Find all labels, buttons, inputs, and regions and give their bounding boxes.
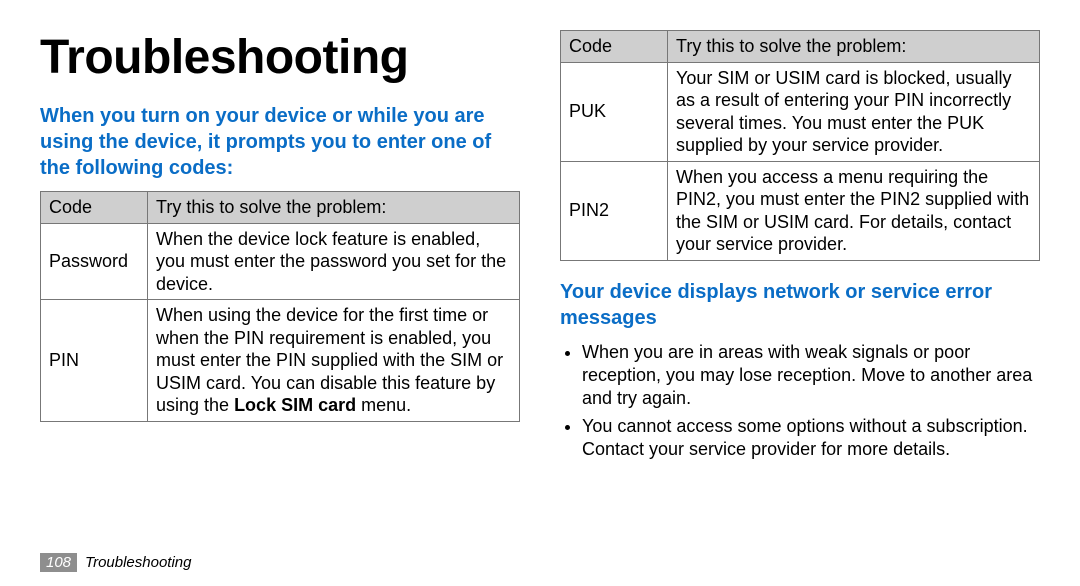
table-row: PIN When using the device for the first … — [41, 300, 520, 422]
col-header-try: Try this to solve the problem: — [148, 192, 520, 224]
solution-text-post: menu. — [356, 395, 411, 415]
list-item: You cannot access some options without a… — [582, 415, 1040, 462]
right-code-table: Code Try this to solve the problem: PUK … — [560, 30, 1040, 261]
right-column: Code Try this to solve the problem: PUK … — [560, 30, 1040, 465]
bullet-list: When you are in areas with weak signals … — [560, 341, 1040, 462]
code-cell: PUK — [561, 62, 668, 161]
list-item: When you are in areas with weak signals … — [582, 341, 1040, 411]
code-cell: PIN — [41, 300, 148, 422]
left-column: Troubleshooting When you turn on your de… — [40, 30, 520, 465]
col-header-code: Code — [561, 31, 668, 63]
left-heading: When you turn on your device or while yo… — [40, 103, 520, 181]
table-row: PIN2 When you access a menu requiring th… — [561, 161, 1040, 260]
page-title: Troubleshooting — [40, 30, 520, 85]
table-header-row: Code Try this to solve the problem: — [41, 192, 520, 224]
table-row: PUK Your SIM or USIM card is blocked, us… — [561, 62, 1040, 161]
right-heading: Your device displays network or service … — [560, 279, 1040, 331]
footer-section-name: Troubleshooting — [85, 554, 191, 571]
page-footer: 108 Troubleshooting — [40, 553, 192, 572]
two-column-layout: Troubleshooting When you turn on your de… — [40, 30, 1040, 465]
left-code-table: Code Try this to solve the problem: Pass… — [40, 191, 520, 422]
col-header-code: Code — [41, 192, 148, 224]
solution-cell: Your SIM or USIM card is blocked, usuall… — [668, 62, 1040, 161]
solution-cell: When using the device for the first time… — [148, 300, 520, 422]
lock-sim-bold: Lock SIM card — [234, 395, 356, 415]
table-header-row: Code Try this to solve the problem: — [561, 31, 1040, 63]
solution-cell: When you access a menu requiring the PIN… — [668, 161, 1040, 260]
col-header-try: Try this to solve the problem: — [668, 31, 1040, 63]
page-number: 108 — [40, 553, 77, 572]
table-row: Password When the device lock feature is… — [41, 223, 520, 300]
code-cell: PIN2 — [561, 161, 668, 260]
solution-cell: When the device lock feature is enabled,… — [148, 223, 520, 300]
code-cell: Password — [41, 223, 148, 300]
